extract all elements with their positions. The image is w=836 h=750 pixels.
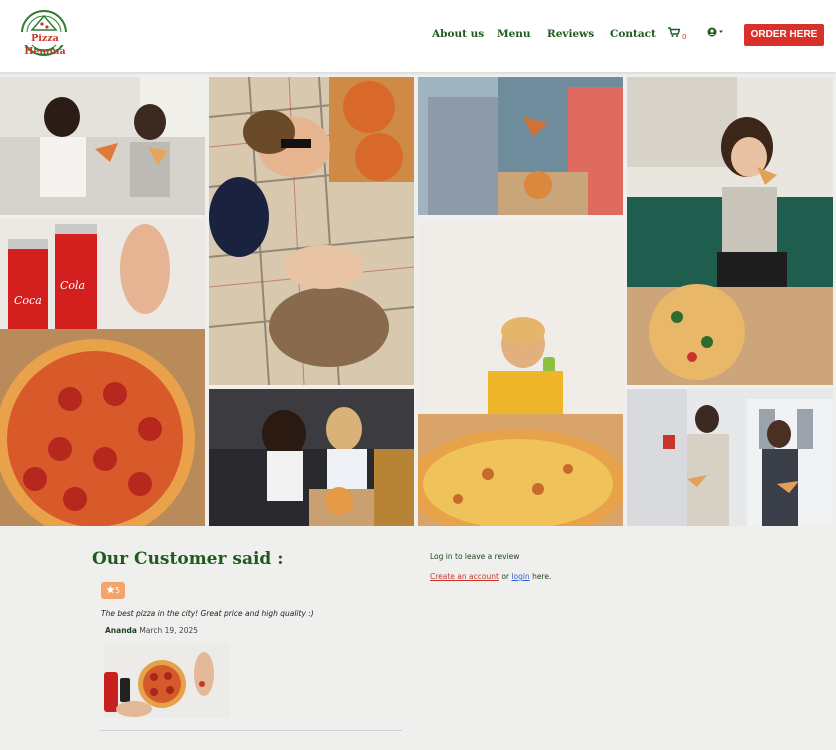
- site-header: Pizza Hemma About us Menu Reviews Contac…: [0, 0, 836, 72]
- rating-badge: 5: [101, 582, 125, 599]
- login-link[interactable]: login: [511, 572, 529, 581]
- gallery-photo-woman-sofa: [627, 77, 833, 385]
- gallery-photo-picnic-couple: [209, 77, 414, 385]
- reviews-title: Our Customer said :: [92, 549, 284, 569]
- here-text: here.: [532, 572, 552, 581]
- gallery-photo-friends-water: [418, 77, 623, 215]
- cart-count: 0: [682, 33, 687, 41]
- gallery-photo-coca-cola-pizza: Coca Cola: [0, 219, 205, 526]
- svg-text:Cola: Cola: [60, 279, 85, 292]
- create-account-link[interactable]: Create an account: [430, 572, 499, 581]
- gallery-photo-friends-sofa: [0, 77, 205, 215]
- rating-value: 5: [114, 586, 121, 595]
- login-prompt: Log in to leave a review: [430, 552, 520, 561]
- gallery-photo-boy-drinking: [418, 219, 623, 526]
- gallery-photo-couple-street: [627, 389, 833, 526]
- chevron-down-icon: [719, 30, 723, 33]
- review-divider: [100, 730, 402, 731]
- nav-reviews[interactable]: Reviews: [547, 28, 594, 40]
- user-circle-icon: [707, 27, 723, 37]
- cart-button[interactable]: 0: [668, 27, 686, 41]
- review-meta: Ananda March 19, 2025: [105, 626, 198, 635]
- review-author: Ananda: [105, 626, 137, 635]
- review-date: March 19, 2025: [139, 626, 199, 635]
- svg-text:Coca: Coca: [14, 294, 42, 307]
- shopping-cart-icon: [668, 27, 681, 37]
- gallery-photo-friends-floor: [209, 389, 414, 526]
- brand-name: Pizza Hemma: [14, 32, 76, 57]
- nav-about-us[interactable]: About us: [432, 28, 484, 40]
- review-photo[interactable]: [104, 644, 230, 718]
- brand-logo[interactable]: Pizza Hemma: [12, 8, 76, 58]
- order-here-button[interactable]: ORDER HERE: [744, 24, 824, 46]
- account-prompt: Create an account or login here.: [430, 572, 551, 581]
- user-menu-dropdown[interactable]: [707, 27, 725, 40]
- review-text: The best pizza in the city! Great price …: [101, 609, 314, 618]
- nav-menu[interactable]: Menu: [497, 28, 531, 40]
- nav-contact[interactable]: Contact: [610, 28, 656, 40]
- or-text: or: [501, 572, 509, 581]
- star-icon: [106, 585, 115, 594]
